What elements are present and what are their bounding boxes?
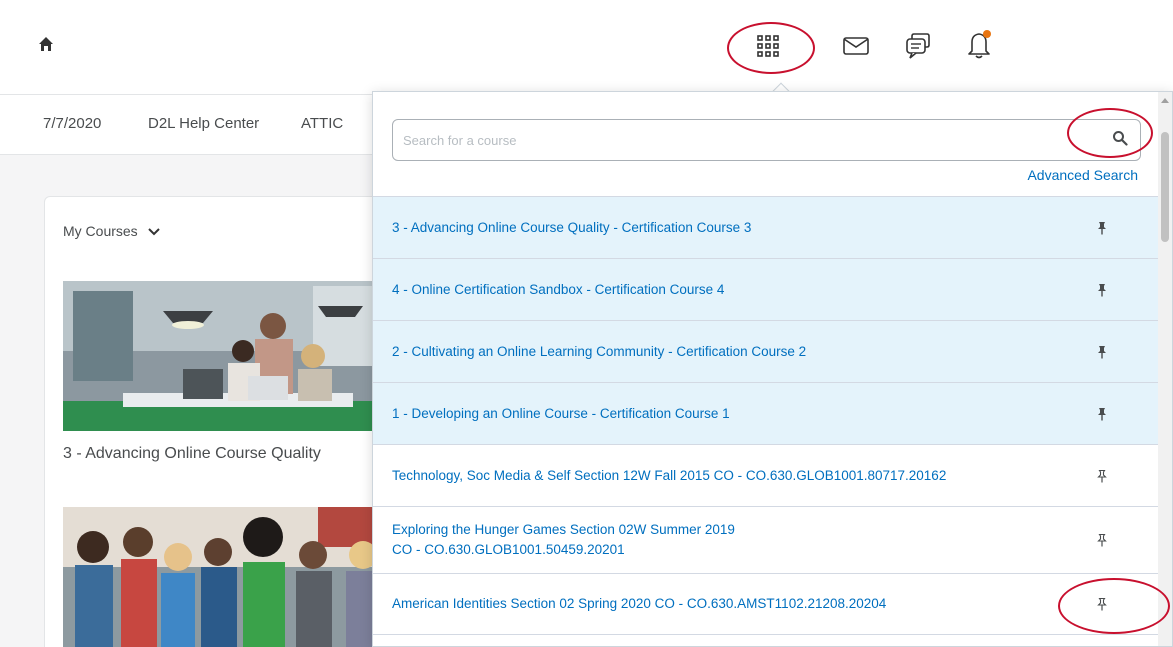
my-courses-header[interactable]: My Courses bbox=[63, 223, 160, 239]
pin-icon[interactable] bbox=[1094, 406, 1110, 422]
course-list-item[interactable]: 2 - Cultivating an Online Learning Commu… bbox=[373, 320, 1160, 382]
course-image[interactable] bbox=[63, 281, 393, 431]
course-list-item[interactable]: Exploring the Hunger Games Section 02W S… bbox=[373, 506, 1160, 573]
course-image[interactable] bbox=[63, 507, 393, 647]
course-selector-dropdown: Advanced Search 3 - Advancing Online Cou… bbox=[372, 91, 1173, 647]
course-link[interactable]: 4 - Online Certification Sandbox - Certi… bbox=[392, 280, 724, 300]
course-list-item[interactable]: 1 - Developing an Online Course - Certif… bbox=[373, 382, 1160, 444]
dropdown-scrollbar[interactable] bbox=[1158, 92, 1172, 646]
course-selector-button[interactable] bbox=[750, 30, 786, 66]
chat-icon bbox=[905, 32, 931, 64]
pin-icon[interactable] bbox=[1094, 282, 1110, 298]
update-alerts-button[interactable] bbox=[962, 28, 998, 64]
mail-icon bbox=[843, 36, 869, 60]
pin-outline-icon[interactable] bbox=[1094, 596, 1110, 612]
course-list-item[interactable]: 3 - Advancing Online Course Quality - Ce… bbox=[373, 196, 1160, 258]
pin-icon[interactable] bbox=[1094, 220, 1110, 236]
pin-icon[interactable] bbox=[1094, 344, 1110, 360]
course-search-input[interactable] bbox=[403, 120, 1053, 160]
nav-item-attic[interactable]: ATTIC bbox=[301, 115, 343, 132]
header-icon-bar bbox=[0, 22, 1173, 72]
message-alerts-button[interactable] bbox=[838, 30, 874, 66]
course-link[interactable]: 3 - Advancing Online Course Quality - Ce… bbox=[392, 218, 751, 238]
top-header bbox=[0, 0, 1173, 95]
pin-outline-icon[interactable] bbox=[1094, 532, 1110, 548]
my-courses-widget: My Courses 3 - Advancing Online Course Q… bbox=[44, 196, 404, 647]
course-link[interactable]: Technology, Soc Media & Self Section 12W… bbox=[392, 466, 946, 486]
course-card-title[interactable]: 3 - Advancing Online Course Quality bbox=[63, 445, 321, 463]
scroll-up-arrow-icon[interactable] bbox=[1161, 98, 1169, 103]
search-button[interactable] bbox=[1108, 128, 1132, 152]
chevron-down-icon bbox=[147, 223, 160, 239]
course-link[interactable]: Exploring the Hunger Games Section 02W S… bbox=[392, 520, 740, 560]
search-box bbox=[392, 119, 1141, 161]
course-list-item[interactable]: Technology, Soc Media & Self Section 12W… bbox=[373, 444, 1160, 506]
nav-item-help-center[interactable]: D2L Help Center bbox=[148, 115, 259, 132]
subscription-alerts-button[interactable] bbox=[900, 30, 936, 66]
advanced-search-link[interactable]: Advanced Search bbox=[1027, 167, 1138, 183]
pin-outline-icon[interactable] bbox=[1094, 468, 1110, 484]
course-link[interactable]: American Identities Section 02 Spring 20… bbox=[392, 594, 886, 614]
course-selector-icon bbox=[757, 34, 779, 62]
bell-icon bbox=[967, 29, 993, 64]
nav-item-date[interactable]: 7/7/2020 bbox=[43, 115, 101, 132]
course-list-item[interactable]: American Identities Section 02 Spring 20… bbox=[373, 573, 1160, 635]
course-list-item[interactable]: 4 - Online Certification Sandbox - Certi… bbox=[373, 258, 1160, 320]
search-icon bbox=[1112, 130, 1128, 151]
scrollbar-thumb[interactable] bbox=[1161, 132, 1169, 242]
my-courses-title: My Courses bbox=[63, 223, 138, 239]
course-list: 3 - Advancing Online Course Quality - Ce… bbox=[373, 196, 1160, 635]
course-link[interactable]: 2 - Cultivating an Online Learning Commu… bbox=[392, 342, 806, 362]
course-link[interactable]: 1 - Developing an Online Course - Certif… bbox=[392, 404, 730, 424]
